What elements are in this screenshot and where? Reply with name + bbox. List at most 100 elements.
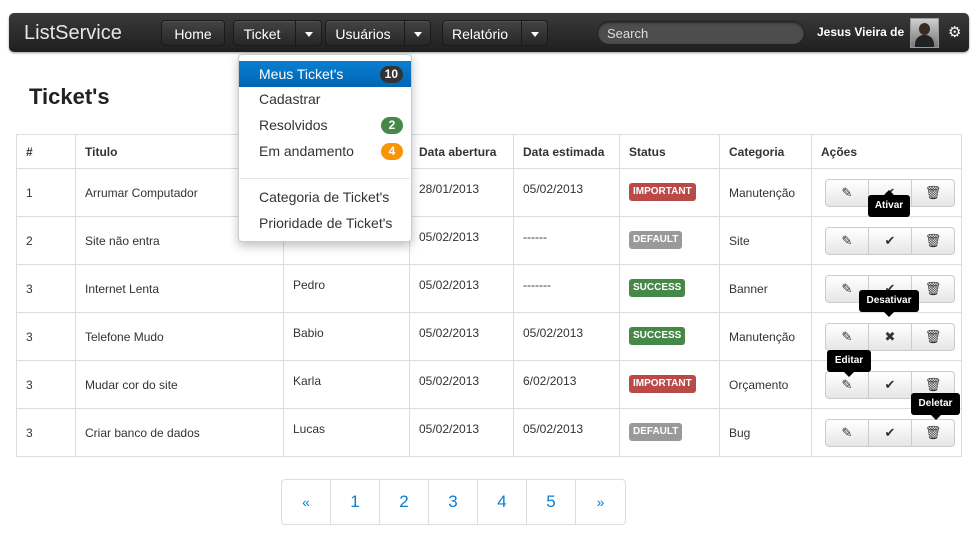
nav-usuarios-label: Usuários (335, 26, 391, 42)
header-categoria[interactable]: Categoria (719, 134, 812, 169)
chevron-down-icon[interactable] (295, 21, 322, 47)
menu-item-label: Cadastrar (259, 91, 321, 107)
cell-titulo: Telefone Mudo (75, 312, 284, 361)
pencil-icon[interactable]: ✎ (826, 227, 869, 254)
menu-item-meus-tickets[interactable]: Meus Ticket's 10 (239, 61, 411, 87)
cell-data-estimada: 6/02/2013 (513, 360, 620, 409)
actions-button-group: ✎✔🗑 (825, 418, 955, 447)
pagination-page[interactable]: 3 (429, 480, 478, 524)
chevron-down-icon[interactable] (521, 21, 548, 47)
actions-button-group: ✎✔🗑 (825, 226, 955, 255)
status-badge: SUCCESS (629, 279, 686, 297)
status-badge: DEFAULT (629, 423, 683, 441)
cell-id: 3 (16, 408, 76, 457)
gear-icon[interactable]: ⚙ (948, 23, 961, 41)
cell-responsavel: Karla (283, 360, 410, 409)
cell-id: 3 (16, 264, 76, 313)
cell-categoria: Manutenção (719, 312, 812, 361)
search-input[interactable] (597, 21, 805, 45)
menu-item-label: Prioridade de Ticket's (259, 215, 393, 231)
actions-button-group: ✎ ✖ 🗑 (825, 322, 955, 351)
cell-categoria: Manutenção (719, 168, 812, 217)
brand-logo[interactable]: ListService (24, 22, 122, 45)
header-id[interactable]: # (16, 134, 76, 169)
check-icon[interactable]: ✔ (869, 419, 912, 446)
avatar[interactable] (910, 18, 939, 48)
status-badge: DEFAULT (629, 231, 683, 249)
header-data-abertura[interactable]: Data abertura (409, 134, 514, 169)
cell-data-abertura: 05/02/2013 (409, 408, 514, 457)
table-row: 1 Arrumar Computador 28/01/2013 05/02/2013 I… (16, 168, 962, 217)
tickets-table: # Titulo Data abertura Data estimada Sta… (16, 134, 962, 457)
table-header-row: # Titulo Data abertura Data estimada Sta… (16, 134, 962, 169)
cell-categoria: Orçamento (719, 360, 812, 409)
pencil-icon[interactable]: ✎ (826, 179, 869, 206)
chevron-down-icon[interactable] (404, 21, 431, 47)
cell-status: IMPORTANT (619, 168, 720, 217)
menu-divider (240, 178, 410, 179)
nav-relatorio-button[interactable]: Relatório (442, 20, 548, 47)
cell-categoria: Site (719, 216, 812, 265)
cell-responsavel: Babio (283, 312, 410, 361)
menu-item-resolvidos[interactable]: Resolvidos 2 (239, 112, 411, 138)
user-name[interactable]: Jesus Vieira de (817, 25, 904, 39)
cell-data-estimada: 05/02/2013 (513, 408, 620, 457)
header-data-estimada[interactable]: Data estimada (513, 134, 620, 169)
menu-item-categoria[interactable]: Categoria de Ticket's (239, 184, 411, 210)
cell-status: DEFAULT (619, 216, 720, 265)
cell-titulo: Internet Lenta (75, 264, 284, 313)
nav-relatorio-label: Relatório (451, 26, 509, 42)
status-badge: SUCCESS (629, 327, 686, 345)
menu-item-label: Categoria de Ticket's (259, 189, 390, 205)
count-badge: 2 (381, 117, 403, 134)
cell-status: SUCCESS (619, 312, 720, 361)
trash-icon[interactable]: 🗑 (912, 420, 954, 446)
cell-data-estimada: 05/02/2013 (513, 168, 620, 217)
cell-titulo: Criar banco de dados (75, 408, 284, 457)
pagination-page[interactable]: 4 (478, 480, 527, 524)
check-icon[interactable]: ✔ (869, 371, 912, 398)
check-icon[interactable]: ✔ (869, 227, 912, 254)
cell-categoria: Banner (719, 264, 812, 313)
menu-item-cadastrar[interactable]: Cadastrar (239, 86, 411, 112)
nav-home-button[interactable]: Home (161, 20, 225, 46)
cell-id: 3 (16, 312, 76, 361)
nav-ticket-button[interactable]: Ticket (233, 20, 322, 47)
status-badge: IMPORTANT (629, 375, 696, 393)
header-status[interactable]: Status (619, 134, 720, 169)
cell-status: IMPORTANT (619, 360, 720, 409)
menu-item-label: Meus Ticket's (259, 66, 344, 82)
pagination-next[interactable]: » (576, 480, 625, 524)
pagination-page[interactable]: 1 (331, 480, 380, 524)
cell-data-abertura: 05/02/2013 (409, 360, 514, 409)
nav-usuarios-button[interactable]: Usuários (325, 20, 431, 47)
cell-acoes: ✎✔🗑 (811, 216, 962, 265)
trash-icon[interactable]: 🗑 (912, 180, 954, 206)
pencil-icon[interactable]: ✎ (826, 323, 869, 350)
cell-data-abertura: 05/02/2013 (409, 312, 514, 361)
cell-data-estimada: 05/02/2013 (513, 312, 620, 361)
tooltip-ativar: Ativar (868, 190, 910, 217)
pagination-page[interactable]: 2 (380, 480, 429, 524)
header-acoes: Ações (811, 134, 962, 169)
pencil-icon[interactable]: ✎ (826, 419, 869, 446)
cell-categoria: Bug (719, 408, 812, 457)
cell-titulo: Mudar cor do site (75, 360, 284, 409)
trash-icon[interactable]: 🗑 (912, 324, 954, 350)
tooltip-deletar: Deletar (911, 393, 960, 420)
pagination-page[interactable]: 5 (527, 480, 576, 524)
menu-item-label: Em andamento (259, 143, 354, 159)
menu-item-prioridade[interactable]: Prioridade de Ticket's (239, 210, 411, 236)
cell-data-abertura: 28/01/2013 (409, 168, 514, 217)
menu-item-label: Resolvidos (259, 117, 328, 133)
cell-data-estimada: ------ (513, 216, 620, 265)
menu-item-em-andamento[interactable]: Em andamento 4 (239, 138, 411, 164)
cell-responsavel: Pedro (283, 264, 410, 313)
trash-icon[interactable]: 🗑 (912, 228, 954, 254)
pagination-prev[interactable]: « (282, 480, 331, 524)
pagination: « 1 2 3 4 5 » (281, 479, 626, 525)
times-icon[interactable]: ✖ (869, 323, 912, 350)
table-row: 3 Internet Lenta Pedro 05/02/2013 ------- SUC… (16, 264, 962, 313)
cell-status: DEFAULT (619, 408, 720, 457)
nav-home-label: Home (174, 26, 212, 42)
